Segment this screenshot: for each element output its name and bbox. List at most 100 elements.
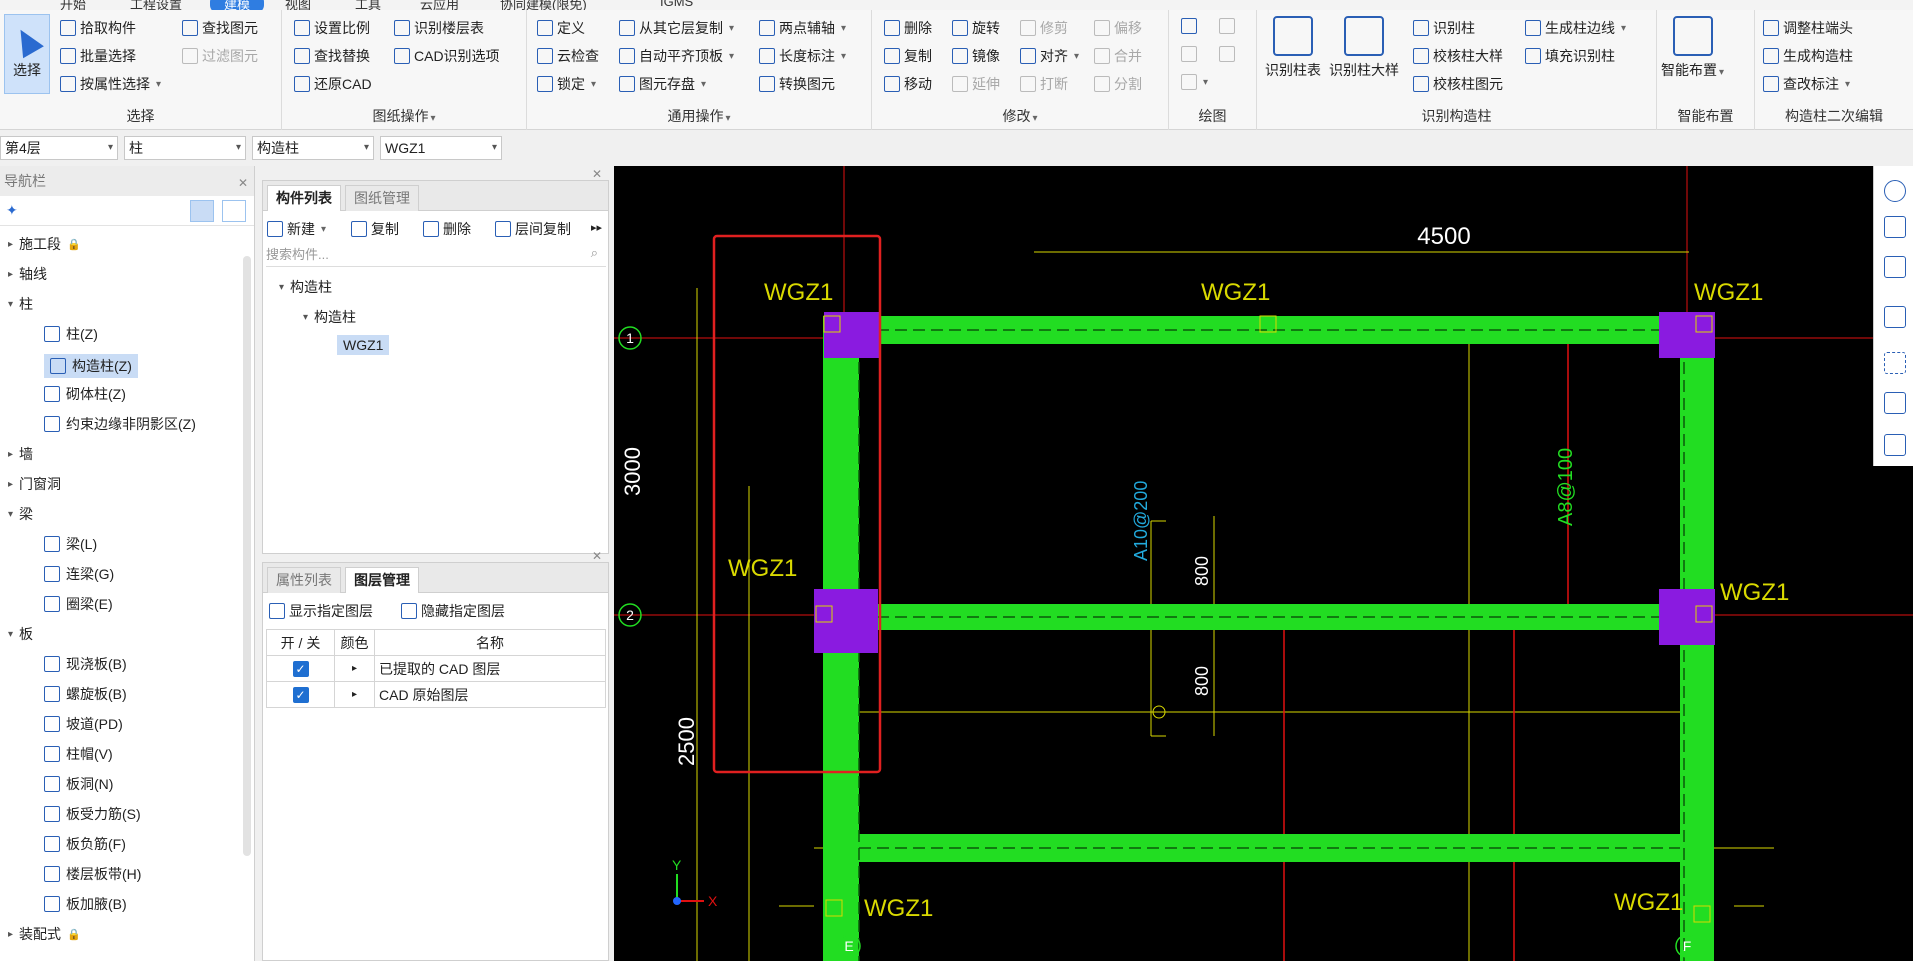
tab-component-list[interactable]: 构件列表	[267, 185, 341, 211]
trim-button[interactable]: 修剪	[1020, 18, 1068, 38]
convert-element-button[interactable]: 转换图元	[759, 74, 835, 94]
layer-view-icon[interactable]	[1884, 306, 1906, 328]
batch-select-button[interactable]: 批量选择	[60, 46, 136, 66]
layer-checkbox[interactable]: ✓	[292, 661, 309, 677]
component-select[interactable]: WGZ1	[380, 136, 502, 160]
line-tool[interactable]	[1181, 46, 1197, 62]
define-button[interactable]: 定义	[537, 18, 585, 38]
find-replace-button[interactable]: 查找替换	[294, 46, 370, 66]
cloud-check-button[interactable]: 云检查	[537, 46, 599, 66]
copy-from-other-button[interactable]: 从其它层复制	[619, 18, 734, 38]
fit-view-icon[interactable]	[1884, 352, 1906, 374]
nav-item-1[interactable]: ▸ 轴线	[8, 264, 47, 284]
general-group-title[interactable]: 通用操作	[527, 106, 871, 126]
rotate-point-tool[interactable]	[1219, 18, 1235, 34]
nav-item-20[interactable]: 板负筋(F)	[44, 834, 126, 854]
table-row[interactable]: ✓ ▸ CAD 原始图层	[266, 681, 606, 708]
modify-label-button[interactable]: 查改标注	[1763, 74, 1850, 94]
rect-tool[interactable]	[1219, 46, 1235, 62]
expand-icon[interactable]: ▸	[8, 929, 13, 940]
expand-icon[interactable]: ▸	[8, 239, 13, 250]
cube-view-icon[interactable]	[1884, 256, 1906, 278]
nav-item-12[interactable]: 圈梁(E)	[44, 594, 113, 614]
offset-button[interactable]: 偏移	[1094, 18, 1142, 38]
nav-item-15[interactable]: 螺旋板(B)	[44, 684, 127, 704]
auto-align-button[interactable]: 自动平齐顶板	[619, 46, 734, 66]
tab-tools[interactable]: 工具	[355, 0, 381, 10]
adjust-end-button[interactable]: 调整柱端头	[1763, 18, 1853, 38]
floor-copy-button[interactable]: 层间复制	[495, 219, 571, 239]
tree-root[interactable]: ▾ 构造柱	[279, 277, 332, 297]
save-element-button[interactable]: 图元存盘	[619, 74, 706, 94]
cad-options-button[interactable]: CAD识别选项	[394, 46, 500, 66]
delete-component-button[interactable]: 删除	[423, 219, 471, 239]
nav-item-17[interactable]: 柱帽(V)	[44, 744, 113, 764]
identify-column-table-button[interactable]: 识别柱表	[1265, 16, 1321, 80]
layer-checkbox[interactable]: ✓	[292, 687, 309, 703]
column-1f[interactable]	[1659, 312, 1715, 358]
nav-item-22[interactable]: 板加腋(B)	[44, 894, 127, 914]
nav-item-4[interactable]: 构造柱(Z)	[44, 354, 138, 378]
select-button[interactable]: 选择	[4, 14, 50, 94]
close-icon[interactable]: ✕	[592, 167, 602, 181]
more-icon[interactable]: ▸▸	[591, 221, 602, 234]
expand-icon[interactable]: ▸	[8, 269, 13, 280]
generate-column-button[interactable]: 生成构造柱	[1763, 46, 1853, 66]
extend-button[interactable]: 延伸	[952, 74, 1000, 94]
move-button[interactable]: 移动	[884, 74, 932, 94]
check-column-detail-button[interactable]: 校核柱大样	[1413, 46, 1503, 66]
lock-button[interactable]: 锁定	[537, 74, 596, 94]
tree-child[interactable]: ▾ 构造柱	[303, 307, 356, 327]
hide-layer-button[interactable]: 隐藏指定图层	[401, 601, 505, 621]
split-button[interactable]: 分割	[1094, 74, 1142, 94]
nav-item-19[interactable]: 板受力筋(S)	[44, 804, 141, 824]
nav-item-21[interactable]: 楼层板带(H)	[44, 864, 141, 884]
filter-element-button[interactable]: 过滤图元	[182, 46, 258, 66]
type-select[interactable]: 构造柱	[252, 136, 374, 160]
pin-icon[interactable]: ✦	[6, 202, 18, 219]
tab-layer-management[interactable]: 图层管理	[345, 567, 419, 593]
tab-project-settings[interactable]: 工程设置	[130, 0, 182, 10]
delete-button[interactable]: 删除	[884, 18, 932, 38]
orbit-icon[interactable]	[1884, 180, 1906, 202]
break-button[interactable]: 打断	[1020, 74, 1068, 94]
smart-layout-button[interactable]: 智能布置	[1661, 16, 1724, 80]
restore-cad-button[interactable]: 还原CAD	[294, 74, 372, 94]
generate-edge-button[interactable]: 生成柱边线	[1525, 18, 1626, 38]
expand-icon[interactable]: ▸	[8, 479, 13, 490]
nav-item-14[interactable]: 现浇板(B)	[44, 654, 127, 674]
collapse-icon[interactable]: ▾	[8, 299, 13, 310]
3d-view-icon[interactable]	[1884, 216, 1906, 238]
expand-icon[interactable]: ▸	[334, 655, 375, 682]
tab-drawing-management[interactable]: 图纸管理	[345, 185, 419, 211]
length-dim-button[interactable]: 长度标注	[759, 46, 846, 66]
cad-canvas[interactable]: 1 2 E F WGZ1 WGZ1 WGZ1 WGZ1 WGZ1 WGZ1 WG…	[614, 166, 1913, 961]
properties-icon[interactable]	[1884, 434, 1906, 456]
tab-view[interactable]: 视图	[285, 0, 311, 10]
nav-item-2[interactable]: ▾ 柱	[8, 294, 33, 314]
pick-component-button[interactable]: 拾取构件	[60, 18, 136, 38]
collapse-icon[interactable]: ▾	[8, 629, 13, 640]
tab-property-list[interactable]: 属性列表	[267, 567, 341, 593]
column-2f[interactable]	[1659, 589, 1715, 645]
table-row[interactable]: ✓ ▸ 已提取的 CAD 图层	[266, 655, 606, 682]
new-button[interactable]: 新建	[267, 219, 326, 239]
component-search-input[interactable]: 搜索构件...	[266, 243, 606, 267]
detail-view-icon[interactable]	[222, 200, 246, 222]
nav-item-13[interactable]: ▾ 板	[8, 624, 33, 644]
nav-item-23[interactable]: ▸ 装配式 🔒	[8, 924, 81, 944]
box-select-icon[interactable]	[1884, 392, 1906, 414]
drawing-group-title[interactable]: 图纸操作	[282, 106, 526, 126]
tab-start[interactable]: 开始	[60, 0, 86, 10]
collapse-icon[interactable]: ▾	[8, 509, 13, 520]
select-by-attr-button[interactable]: 按属性选择	[60, 74, 161, 94]
column-1e[interactable]	[824, 312, 880, 358]
nav-item-3[interactable]: 柱(Z)	[44, 324, 98, 344]
nav-item-8[interactable]: ▸ 门窗洞	[8, 474, 61, 494]
show-layer-button[interactable]: 显示指定图层	[269, 601, 373, 621]
mirror-button[interactable]: 镜像	[952, 46, 1000, 66]
nav-item-0[interactable]: ▸ 施工段 🔒	[8, 234, 81, 254]
tab-collab[interactable]: 协同建模(限免)	[500, 0, 587, 10]
drawing-svg[interactable]: 1 2 E F WGZ1 WGZ1 WGZ1 WGZ1 WGZ1 WGZ1 WG…	[614, 166, 1913, 961]
fill-identify-button[interactable]: 填充识别柱	[1525, 46, 1615, 66]
